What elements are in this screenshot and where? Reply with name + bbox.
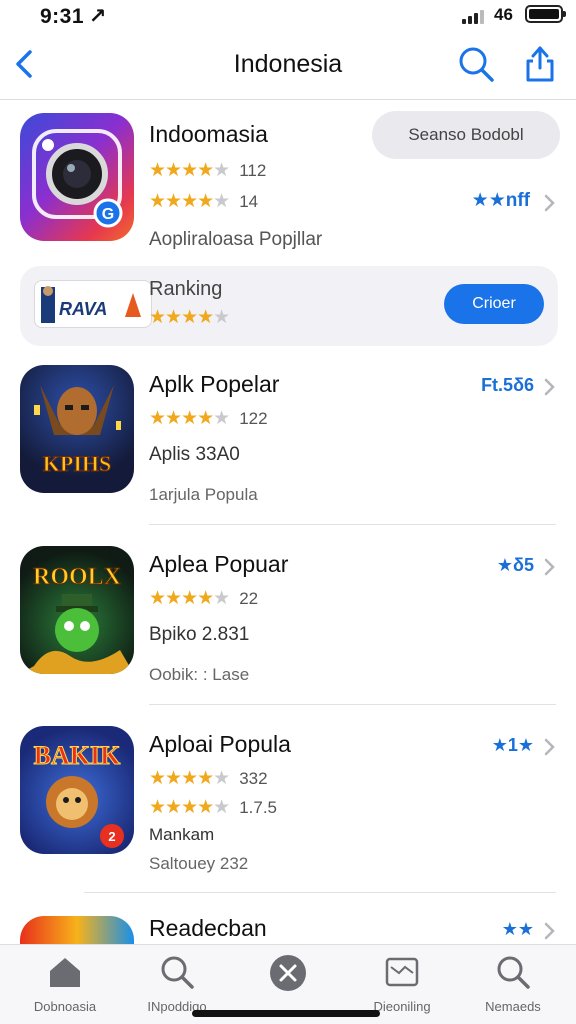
rating-count: 22 (239, 588, 259, 608)
app-detail: Mankam (149, 825, 215, 844)
app-meta: 1arjula Popula (149, 485, 258, 504)
star-rating: ★★★★★ (149, 588, 230, 609)
rating-count: 332 (239, 768, 268, 788)
tab-search-secondary[interactable]: Nemaeds (458, 953, 568, 1023)
ranking-rating: ★★★★★ (149, 306, 230, 329)
row-divider (149, 524, 556, 525)
app-rating: ★★★★★ 22 (149, 587, 258, 610)
search-icon (161, 956, 194, 989)
star-rating: ★★★★★ (149, 191, 230, 212)
featured-action-button[interactable]: Seanso Bodobl (372, 111, 560, 159)
app-rating: ★★★★★ 332 (149, 767, 268, 790)
star-rating: ★★★★★ (149, 768, 230, 789)
search-icon[interactable] (456, 44, 496, 84)
star-rating: ★★★★★ (149, 160, 230, 181)
game-hero-icon[interactable]: KPIHS (20, 365, 134, 493)
rava-logo: RAVA (34, 280, 152, 328)
svg-text:2: 2 (108, 829, 115, 844)
app-rating: ★★★★★ 122 (149, 407, 268, 430)
app-title: Aploai Popula (149, 731, 291, 757)
chevron-right-icon[interactable] (542, 737, 556, 757)
share-icon[interactable] (520, 42, 560, 84)
search-icon (497, 956, 530, 989)
tab-home[interactable]: Dobnoasia (10, 953, 120, 1023)
app-detail: Aplis 33A0 (149, 444, 240, 465)
star-rating: ★★★★★ (149, 797, 230, 818)
featured-badge: ★★nff (471, 190, 530, 211)
camera-app-icon[interactable]: G (20, 113, 134, 241)
chevron-right-icon[interactable] (542, 377, 556, 397)
app-meta: Saltouey 232 (149, 854, 249, 873)
row-divider (84, 892, 556, 893)
app-rating-secondary: ★★★★★ 1.7.5 (149, 796, 277, 819)
featured-rating-2: ★★★★★ 14 (149, 190, 258, 213)
status-bar: 9:31 ↗ 46 (0, 0, 576, 36)
app-list: G Indoomasia ★★★★★ 112 ★★★★★ 14 Seanso B… (0, 101, 576, 944)
ranking-card[interactable]: RAVA Ranking ★★★★★ Crioer (20, 266, 558, 346)
chevron-right-icon[interactable] (542, 193, 556, 213)
tab-label: Nemaeds (485, 999, 541, 1014)
rating-count: 122 (239, 408, 268, 428)
tab-label: Dobnoasia (33, 999, 97, 1014)
signal-icon (462, 10, 490, 24)
chevron-right-icon[interactable] (542, 557, 556, 577)
network-label: 46 (494, 5, 513, 24)
app-badge: ★★ (501, 919, 534, 939)
app-badge: ★1★ (491, 735, 534, 755)
close-circle-icon (270, 955, 306, 991)
row-divider (149, 704, 556, 705)
rating-count: 112 (239, 160, 267, 180)
app-meta: Oobik: : Lase (149, 665, 250, 684)
svg-text:G: G (102, 206, 114, 223)
rating-count: 14 (239, 191, 259, 211)
app-title: Aplea Popuar (149, 551, 289, 577)
featured-app-title: Indoomasia (149, 121, 268, 147)
home-indicator (192, 1010, 380, 1017)
home-icon (50, 958, 80, 987)
rava-logo-text: RAVA (59, 299, 107, 319)
game-lion-icon[interactable]: BAKIK 2 (20, 726, 134, 854)
battery-icon (525, 5, 566, 23)
icon-lettering: KPIHS (43, 451, 111, 476)
status-time: 9:31 ↗ (40, 5, 107, 28)
ranking-action-button[interactable]: Crioer (444, 284, 544, 324)
app-title: Aplk Popelar (149, 371, 280, 397)
icon-lettering: ROOLX (33, 564, 122, 590)
featured-subtitle: Aopliraloasa Popjllar (149, 229, 323, 250)
star-rating: ★★★★★ (149, 307, 230, 328)
featured-rating-1: ★★★★★ 112 (149, 159, 266, 182)
app-screen: 9:31 ↗ 46 Indonesia G Indoomasia ★★★★★ 1… (0, 0, 576, 1024)
star-rating: ★★★★★ (149, 408, 230, 429)
chevron-right-icon[interactable] (542, 921, 556, 941)
rating-count: 1.7.5 (239, 797, 277, 817)
app-title: Readecban (149, 915, 267, 941)
app-badge: Ft.5δ6 (481, 375, 534, 395)
colorful-app-icon[interactable] (20, 916, 134, 944)
game-roolix-icon[interactable]: ROOLX (20, 546, 134, 674)
app-badge: ★δ5 (496, 555, 534, 575)
navigation-bar: Indonesia (0, 36, 576, 100)
folder-icon (385, 957, 419, 987)
ranking-label: Ranking (149, 278, 223, 300)
app-detail: Bpiko 2.831 (149, 624, 250, 645)
icon-lettering: BAKIK (34, 741, 121, 770)
